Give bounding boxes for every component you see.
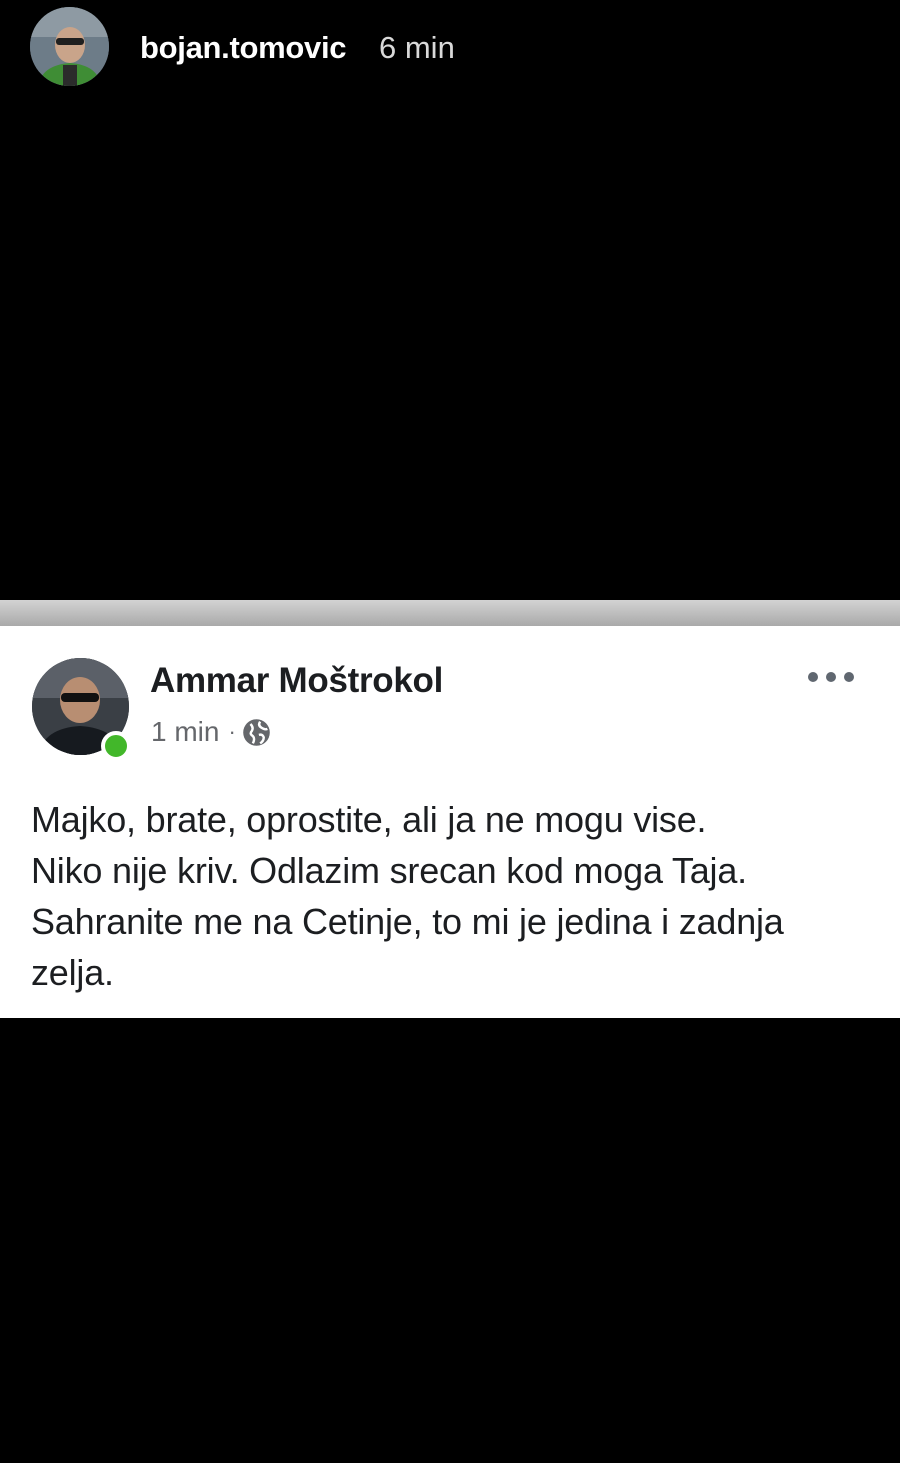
story-username[interactable]: bojan.tomovic	[140, 28, 347, 68]
more-dot	[844, 672, 854, 682]
post-message: Majko, brate, oprostite, ali ja ne mogu …	[31, 794, 881, 998]
story-timestamp: 6 min	[379, 30, 455, 65]
profile-photo-icon	[30, 7, 109, 86]
story-avatar[interactable]	[30, 7, 109, 86]
meta-separator: ·	[228, 719, 236, 744]
post-meta: 1 min ·	[151, 714, 271, 750]
more-dot	[808, 672, 818, 682]
post-message-line: Sahranite me na Cetinje, to mi je jedina…	[31, 901, 784, 942]
more-dot	[826, 672, 836, 682]
post-author-name[interactable]: Ammar Moštrokol	[150, 660, 443, 702]
card-divider	[0, 600, 900, 626]
post-message-line: Niko nije kriv. Odlazim srecan kod moga …	[31, 850, 747, 891]
post-message-line: zelja.	[31, 952, 114, 993]
post-avatar-container[interactable]	[32, 658, 131, 761]
story-header: bojan.tomovic 6 min	[0, 0, 900, 100]
more-options-button[interactable]	[806, 664, 856, 690]
globe-icon[interactable]	[242, 718, 271, 747]
post-timestamp[interactable]: 1 min	[151, 716, 219, 748]
post-message-line: Majko, brate, oprostite, ali ja ne mogu …	[31, 799, 707, 840]
post-card: Ammar Moštrokol 1 min · Majko, brate, op…	[0, 626, 900, 1018]
online-status-indicator	[101, 731, 131, 761]
